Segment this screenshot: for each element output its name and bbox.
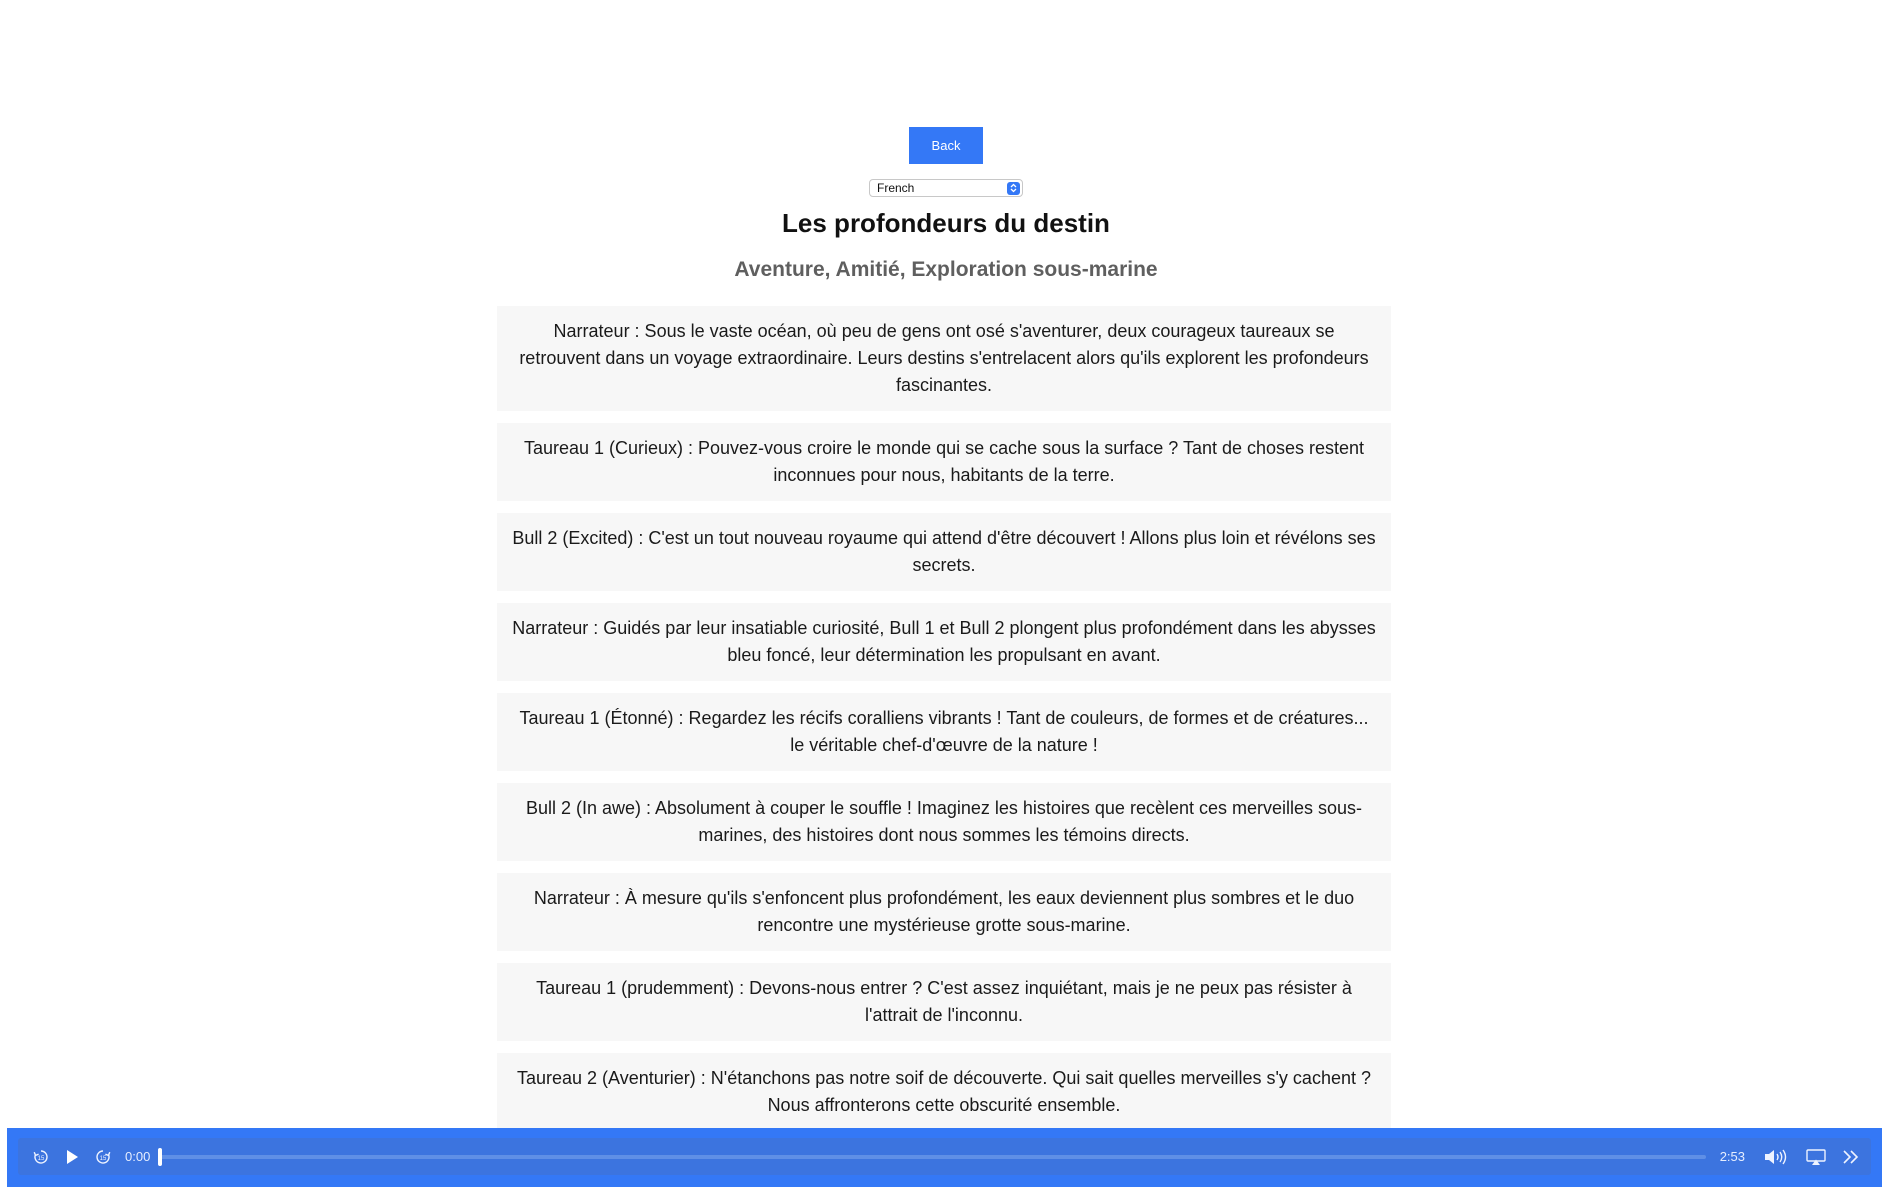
top-controls: Back French	[0, 127, 1892, 197]
story-page: Back French Les profondeurs du destin Av…	[0, 0, 1892, 1188]
story-title: Les profondeurs du destin	[782, 208, 1110, 238]
duration-time: 2:53	[1719, 1149, 1745, 1164]
progress-track[interactable]	[158, 1147, 1706, 1166]
svg-text:15: 15	[38, 1156, 45, 1162]
playback-speed-icon[interactable]	[1841, 1149, 1861, 1165]
dialogue-line: Taureau 1 (prudemment) : Devons-nous ent…	[497, 963, 1391, 1041]
forward-15-icon[interactable]: 15	[94, 1148, 112, 1166]
back-button[interactable]: Back	[909, 127, 983, 164]
svg-text:15: 15	[100, 1156, 107, 1162]
audio-controls: 15 15 0:00 2:53	[18, 1138, 1871, 1175]
dialogue-line: Narrateur : Guidés par leur insatiable c…	[497, 603, 1391, 681]
language-select-value: French	[877, 181, 915, 195]
dialogue-list: Narrateur : Sous le vaste océan, où peu …	[497, 306, 1391, 1185]
dialogue-line: Bull 2 (In awe) : Absolument à couper le…	[497, 783, 1391, 861]
story-tags: Aventure, Amitié, Exploration sous-marin…	[734, 258, 1158, 281]
dialogue-line: Taureau 1 (Curieux) : Pouvez-vous croire…	[497, 423, 1391, 501]
dialogue-line: Narrateur : Sous le vaste océan, où peu …	[497, 306, 1391, 411]
volume-icon[interactable]	[1763, 1148, 1789, 1166]
audio-player: 15 15 0:00 2:53	[7, 1128, 1882, 1187]
language-select[interactable]: French	[869, 179, 1023, 197]
current-time: 0:00	[125, 1149, 151, 1164]
rewind-15-icon[interactable]: 15	[32, 1148, 50, 1166]
progress-thumb[interactable]	[158, 1147, 163, 1166]
dialogue-line: Narrateur : À mesure qu'ils s'enfoncent …	[497, 873, 1391, 951]
airplay-icon[interactable]	[1805, 1148, 1827, 1166]
dialogue-line: Taureau 1 (Étonné) : Regardez les récifs…	[497, 693, 1391, 771]
dialogue-line: Taureau 2 (Aventurier) : N'étanchons pas…	[497, 1053, 1391, 1131]
play-icon[interactable]	[64, 1149, 80, 1165]
dialogue-line: Bull 2 (Excited) : C'est un tout nouveau…	[497, 513, 1391, 591]
select-arrows-icon	[1007, 181, 1020, 195]
